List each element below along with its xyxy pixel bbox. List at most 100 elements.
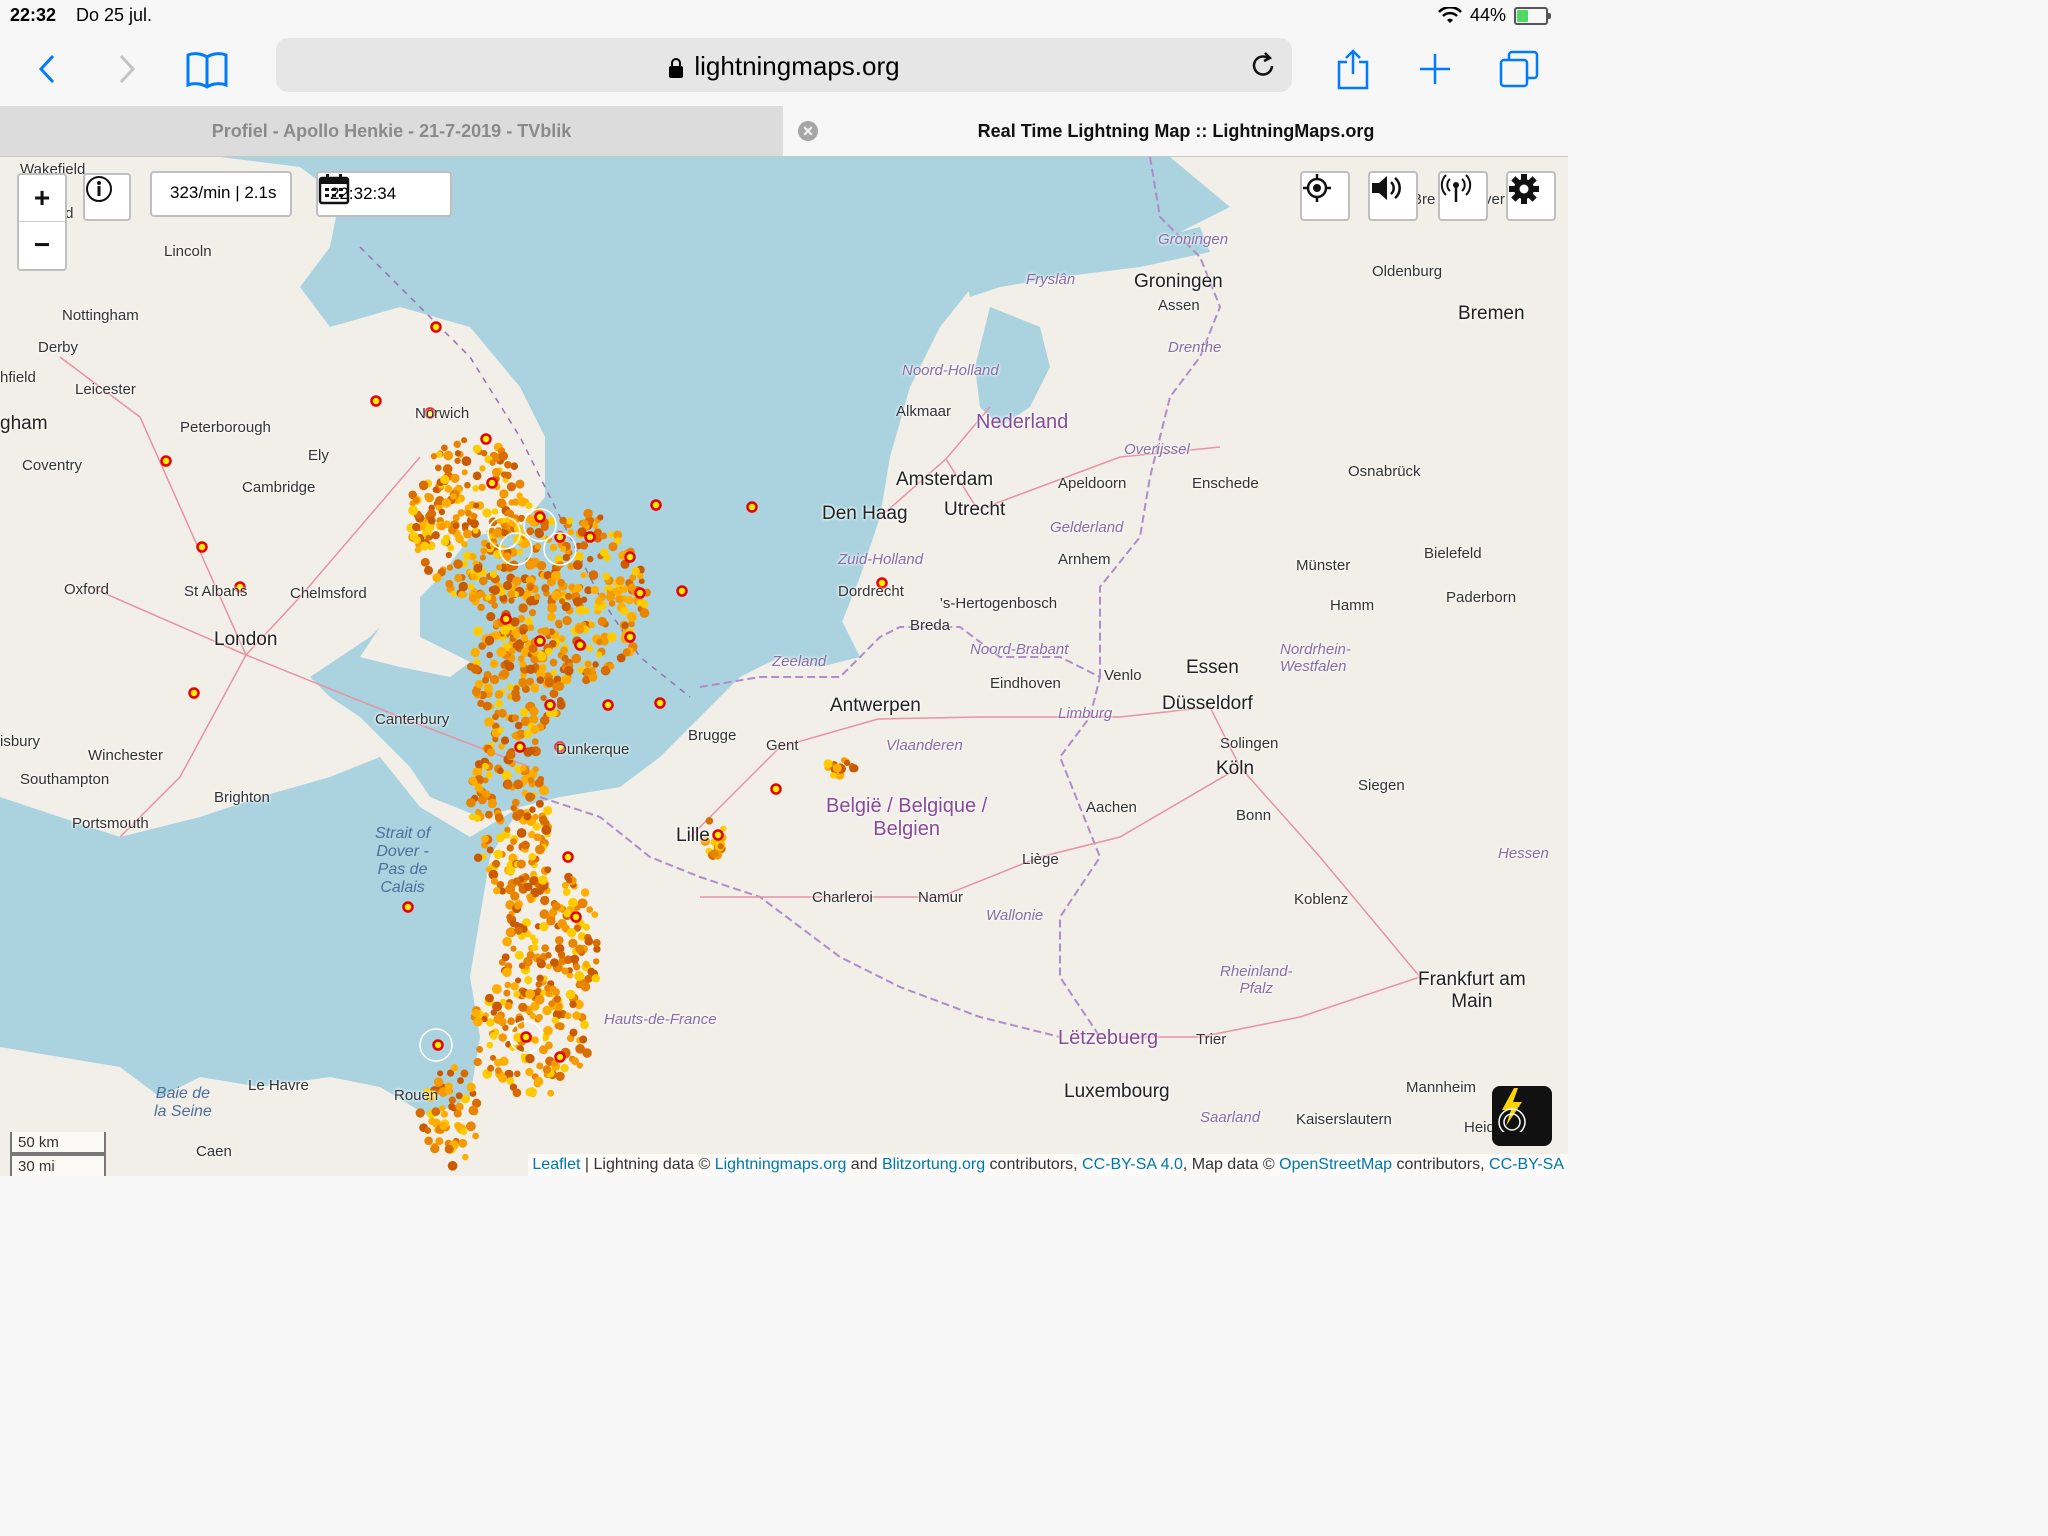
zoom-out-button[interactable]: −: [19, 221, 65, 268]
tab-lightningmaps[interactable]: ✕ Real Time Lightning Map :: LightningMa…: [784, 106, 1568, 156]
strike-dot: [535, 799, 544, 808]
label-strait: Strait of Dover - Pas de Calais: [375, 825, 431, 896]
forward-button[interactable]: [102, 44, 152, 94]
strike-dot: [530, 683, 540, 693]
label-rheinland: Rheinland- Pfalz: [1220, 963, 1293, 997]
stations-button[interactable]: [1438, 171, 1488, 221]
strike-dot: [543, 806, 553, 816]
lightningmaps-link[interactable]: Lightningmaps.org: [715, 1156, 847, 1173]
recent-strike-marker: [712, 829, 724, 841]
strike-dot: [494, 690, 504, 699]
strike-dot: [613, 586, 623, 597]
strike-dot: [564, 1012, 572, 1020]
label-eindhoven: Eindhoven: [990, 675, 1061, 692]
strike-dot: [499, 625, 510, 636]
strike-dot: [541, 825, 552, 835]
sound-button[interactable]: [1368, 171, 1418, 221]
strike-dot: [574, 624, 585, 634]
strike-dot: [526, 560, 536, 570]
strike-dot: [440, 1110, 448, 1118]
zoom-in-button[interactable]: +: [19, 175, 65, 221]
strike-dot: [504, 461, 512, 469]
strike-dot: [454, 457, 461, 464]
share-button[interactable]: [1328, 44, 1378, 94]
info-button[interactable]: [83, 173, 131, 221]
label-arnhem: Arnhem: [1058, 551, 1111, 568]
strike-dot: [597, 616, 607, 626]
lightning-map[interactable]: Wakefield Lincoln Nottingham Derby hfiel…: [0, 157, 1568, 1176]
strike-dot: [531, 944, 539, 951]
strike-dot: [597, 514, 604, 521]
strike-dot: [496, 564, 503, 571]
strike-dot: [621, 622, 629, 630]
strike-dot: [588, 621, 595, 629]
label-caen: Caen: [196, 1143, 232, 1160]
strike-dot: [511, 714, 519, 722]
label-lille: Lille: [676, 825, 710, 846]
strike-dot: [476, 1045, 484, 1053]
strike-dot: [430, 1144, 440, 1154]
reload-icon[interactable]: [1250, 50, 1278, 80]
recent-strike-marker: [500, 613, 512, 625]
recent-strike-marker: [634, 587, 646, 599]
gear-icon: [1509, 174, 1539, 204]
tab-tvblik[interactable]: Profiel - Apollo Henkie - 21-7-2019 - TV…: [0, 106, 783, 156]
close-tab-icon[interactable]: ✕: [798, 121, 818, 141]
strike-dot: [513, 631, 521, 639]
strike-dot: [527, 584, 534, 591]
strike-dot: [506, 913, 513, 921]
address-bar[interactable]: lightningmaps.org: [276, 38, 1292, 92]
strike-dot: [562, 553, 570, 562]
strike-dot: [424, 1136, 433, 1146]
strike-dot: [520, 634, 529, 642]
strike-dot: [592, 522, 599, 530]
strike-dot: [438, 523, 446, 531]
clock-display[interactable]: 22:32:34: [316, 171, 452, 217]
strike-dot: [540, 895, 550, 906]
tab-title: Profiel - Apollo Henkie - 21-7-2019 - TV…: [211, 120, 572, 141]
label-wallonie: Wallonie: [986, 907, 1044, 924]
strike-dot: [485, 594, 492, 601]
lightning-logo-button[interactable]: [1492, 1086, 1552, 1146]
blitzortung-link[interactable]: Blitzortung.org: [882, 1156, 985, 1173]
cc-license-link-2[interactable]: CC-BY-SA: [1489, 1156, 1564, 1173]
osm-link[interactable]: OpenStreetMap: [1279, 1156, 1392, 1173]
bookmarks-button[interactable]: [182, 44, 232, 94]
label-southampton: Southampton: [20, 771, 110, 788]
strike-dot: [473, 502, 480, 509]
strike-dot: [631, 566, 640, 576]
label-breda: Breda: [910, 617, 951, 634]
strike-dot: [510, 891, 520, 901]
strike-dot: [539, 921, 549, 932]
recent-strike-marker: [486, 477, 498, 489]
new-tab-button[interactable]: [1410, 44, 1460, 94]
cc-license-link[interactable]: CC-BY-SA 4.0: [1082, 1156, 1183, 1173]
crosshair-icon: [1303, 174, 1331, 202]
strike-dot: [558, 598, 566, 605]
tabs-button[interactable]: [1494, 44, 1544, 94]
strike-dot: [565, 989, 576, 1000]
settings-button[interactable]: [1506, 171, 1556, 221]
recent-strike-marker: [676, 585, 688, 597]
strike-dot: [534, 844, 545, 855]
strike-dot: [498, 708, 507, 718]
chevron-right-icon: [119, 54, 136, 84]
strike-dot: [599, 548, 609, 557]
strike-dot: [471, 513, 478, 520]
leaflet-link[interactable]: Leaflet: [532, 1156, 580, 1173]
locate-button[interactable]: [1300, 171, 1350, 221]
strike-dot: [414, 546, 422, 554]
strike-dot: [510, 804, 517, 812]
label-dordrecht: Dordrecht: [838, 583, 904, 600]
strike-dot: [588, 570, 599, 580]
strike-dot: [529, 1012, 537, 1020]
strike-dot: [469, 552, 477, 561]
strike-dot: [516, 859, 526, 869]
label-winchester: Winchester: [88, 747, 164, 764]
label-assen: Assen: [1158, 297, 1200, 314]
label-noordbrabant: Noord-Brabant: [970, 641, 1069, 658]
back-button[interactable]: [22, 44, 72, 94]
strike-dot: [408, 505, 419, 516]
strike-dot: [494, 813, 504, 822]
label-frankfurt: Frankfurt am Main: [1418, 969, 1526, 1012]
